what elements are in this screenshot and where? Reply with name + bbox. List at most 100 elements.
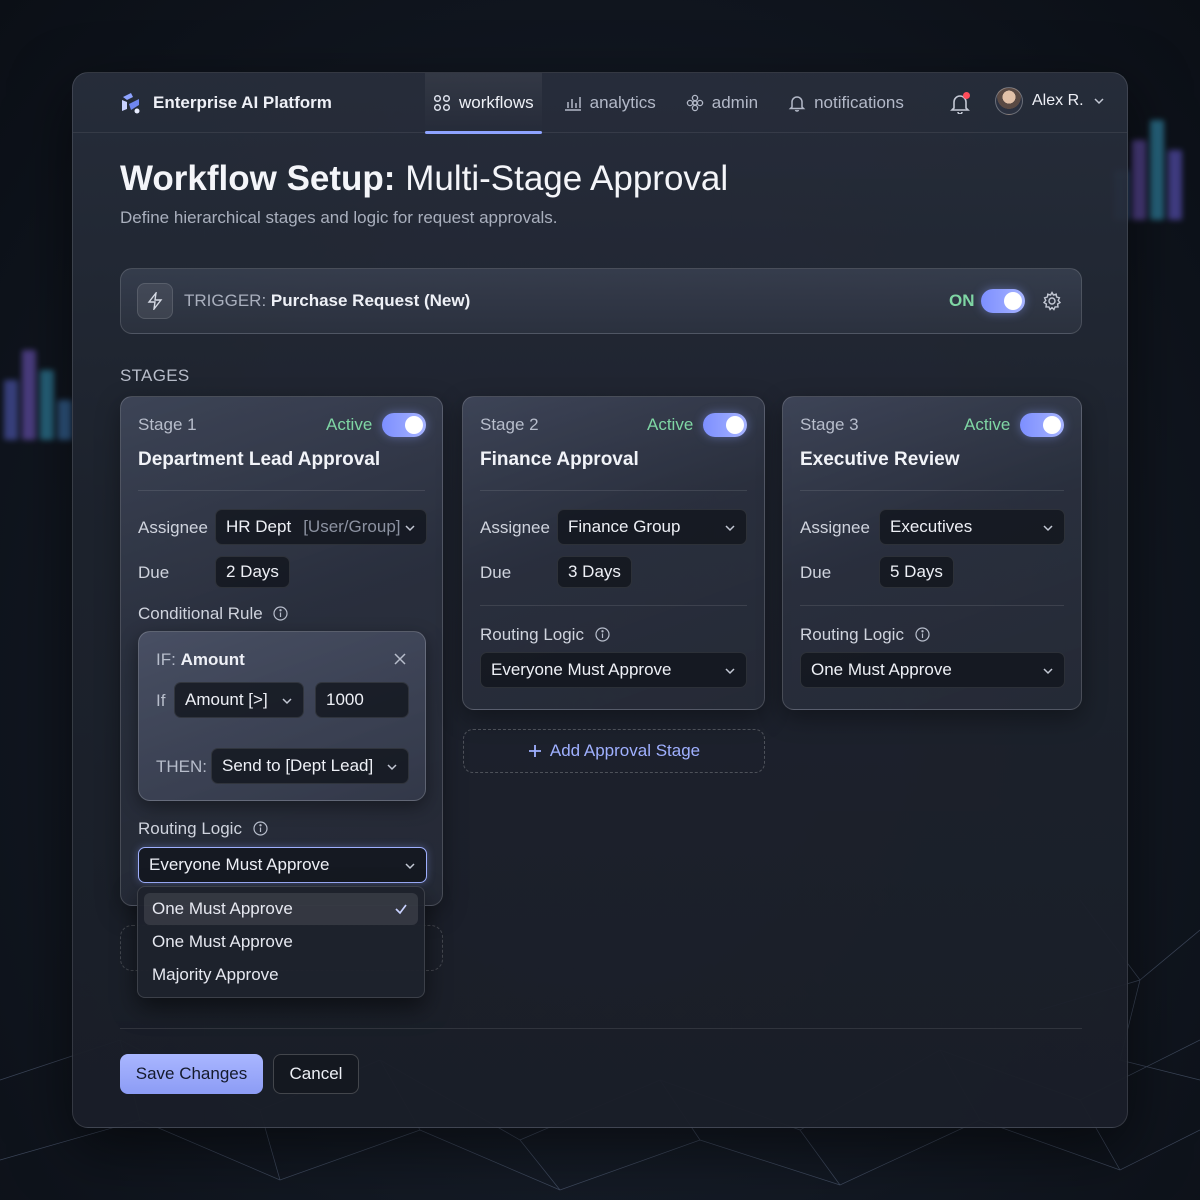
nav-notifications[interactable]: notifications: [780, 73, 912, 133]
footer-divider: [120, 1028, 1082, 1029]
stage-card-3: Stage 3 Active Executive Review Assignee…: [782, 396, 1082, 710]
add-approval-stage-button[interactable]: Add Approval Stage: [463, 729, 765, 773]
stage-number: Stage 1: [138, 415, 197, 434]
assignee-label: Assignee: [800, 518, 870, 537]
user-menu[interactable]: Alex R.: [995, 87, 1105, 115]
nav-workflows[interactable]: workflows: [425, 73, 542, 134]
assignee-select[interactable]: HR Dept [User/Group]: [215, 509, 427, 545]
chevron-down-icon: [387, 764, 397, 771]
page-title-bold: Workflow Setup:: [120, 159, 396, 198]
routing-logic-select[interactable]: One Must Approve: [800, 652, 1065, 688]
routing-option-3[interactable]: Majority Approve: [144, 959, 418, 991]
brand[interactable]: Enterprise AI Platform: [119, 91, 332, 115]
divider: [480, 490, 747, 491]
info-icon[interactable]: [595, 627, 610, 642]
routing-option-label: Majority Approve: [152, 965, 279, 984]
routing-logic-text: Routing Logic: [480, 625, 584, 644]
nav-analytics[interactable]: analytics: [556, 73, 664, 133]
stage-3-active-toggle[interactable]: [1020, 413, 1064, 437]
plus-icon: [528, 745, 541, 757]
stage-card-2: Stage 2 Active Finance Approval Assignee…: [462, 396, 765, 710]
condition-value-input[interactable]: 1000: [315, 682, 409, 718]
bar-chart-icon: [564, 97, 581, 111]
chevron-down-icon: [405, 525, 415, 532]
chevron-down-icon: [1043, 668, 1053, 675]
due-label: Due: [480, 563, 512, 582]
bell-icon: [788, 96, 806, 112]
condition-then-select[interactable]: Send to [Dept Lead]: [211, 748, 409, 784]
admin-flower-icon: [686, 94, 704, 112]
nav-admin[interactable]: admin: [678, 73, 766, 133]
routing-logic-value: One Must Approve: [811, 660, 952, 679]
conditional-rule-panel: IF: Amount If Amount [>] 1000 THEN: Send…: [138, 631, 426, 801]
stage-number: Stage 2: [480, 415, 539, 434]
routing-option-label: One Must Approve: [152, 899, 293, 918]
routing-logic-select[interactable]: Everyone Must Approve: [138, 847, 427, 883]
chevron-down-icon: [405, 863, 415, 870]
info-icon[interactable]: [273, 606, 289, 621]
conditional-rule-text: Conditional Rule: [138, 604, 263, 623]
assignee-select[interactable]: Finance Group: [557, 509, 747, 545]
nav-analytics-label: analytics: [589, 93, 656, 112]
divider: [800, 490, 1064, 491]
routing-logic-select[interactable]: Everyone Must Approve: [480, 652, 747, 688]
stage-active-label: Active: [964, 415, 1011, 434]
avatar: [995, 87, 1023, 115]
chevron-down-icon: [725, 525, 735, 532]
info-icon[interactable]: [915, 627, 930, 642]
top-navigation-bar: Enterprise AI Platform workflows analyti…: [73, 73, 1127, 134]
info-icon[interactable]: [253, 821, 268, 836]
routing-logic-label: Routing Logic: [800, 625, 930, 645]
nav-workflows-label: workflows: [459, 93, 534, 112]
gear-icon[interactable]: [1042, 291, 1062, 311]
cancel-button[interactable]: Cancel: [273, 1054, 359, 1094]
condition-operator-value: Amount [>]: [185, 690, 268, 709]
user-name: Alex R.: [1032, 92, 1084, 109]
routing-option-label: One Must Approve: [152, 932, 293, 951]
save-changes-button[interactable]: Save Changes: [120, 1054, 263, 1094]
routing-logic-text: Routing Logic: [138, 819, 242, 838]
condition-if-field: Amount: [180, 650, 245, 669]
condition-operator-select[interactable]: Amount [>]: [174, 682, 304, 718]
assignee-label: Assignee: [480, 518, 550, 537]
routing-option-2[interactable]: One Must Approve: [144, 926, 418, 958]
routing-logic-value: Everyone Must Approve: [491, 660, 672, 679]
condition-then-value: Send to [Dept Lead]: [222, 756, 374, 775]
assignee-label: Assignee: [138, 518, 208, 537]
workflows-icon: [433, 94, 451, 112]
close-icon[interactable]: [393, 652, 407, 666]
routing-option-1[interactable]: One Must Approve: [144, 893, 418, 925]
nav-admin-label: admin: [711, 93, 759, 112]
lightning-icon: [147, 292, 163, 310]
stage-2-active-toggle[interactable]: [703, 413, 747, 437]
chevron-down-icon: [282, 698, 292, 705]
stage-number: Stage 3: [800, 415, 859, 434]
add-approval-stage-label: Add Approval Stage: [549, 741, 701, 760]
divider: [138, 490, 425, 491]
assignee-select[interactable]: Executives: [879, 509, 1065, 545]
due-label: Due: [800, 563, 832, 582]
condition-if-label: IF:: [156, 650, 176, 669]
stage-1-active-toggle[interactable]: [382, 413, 426, 437]
notification-bell[interactable]: [949, 92, 971, 115]
page-title-rest: Multi-Stage Approval: [405, 159, 729, 198]
trigger-value: Purchase Request (New): [270, 291, 471, 310]
chevron-down-icon: [1043, 525, 1053, 532]
nav-notifications-label: notifications: [814, 93, 904, 112]
due-field[interactable]: 2 Days: [215, 556, 290, 588]
main-nav: workflows analytics admin notifications: [425, 73, 926, 134]
divider: [480, 605, 747, 606]
due-field[interactable]: 3 Days: [557, 556, 632, 588]
trigger-toggle[interactable]: [981, 289, 1025, 313]
checkmark-icon: [395, 904, 407, 915]
stage-active-label: Active: [647, 415, 694, 434]
condition-if-word: If: [156, 691, 166, 710]
assignee-value: HR Dept: [226, 517, 292, 536]
due-field[interactable]: 5 Days: [879, 556, 954, 588]
trigger-label: TRIGGER:: [184, 291, 267, 310]
stage-active-label: Active: [326, 415, 373, 434]
assignee-value: Executives: [890, 517, 973, 536]
conditional-rule-label: Conditional Rule: [138, 604, 289, 624]
assignee-value: Finance Group: [568, 517, 681, 536]
trigger-state-label: ON: [949, 291, 975, 310]
